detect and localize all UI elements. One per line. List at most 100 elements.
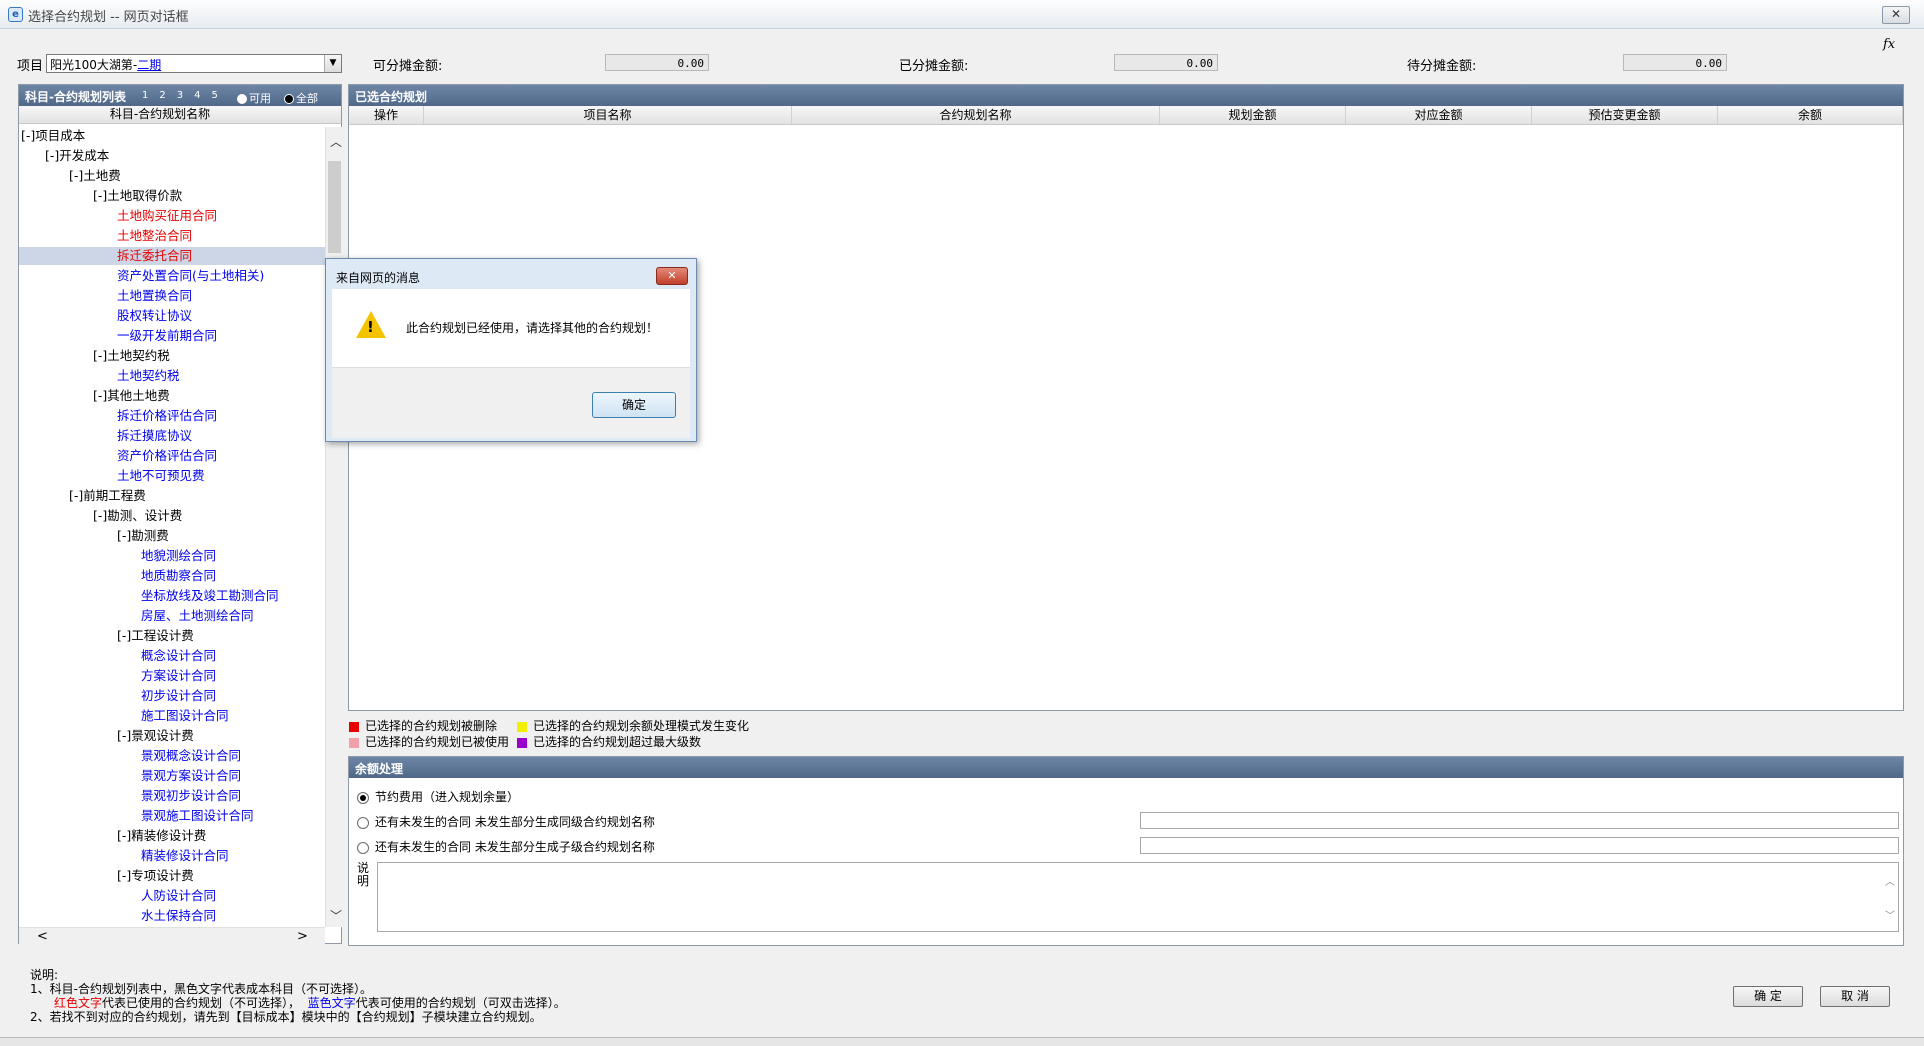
tree-node-plan[interactable]: 一级开发前期合同	[19, 327, 325, 345]
page-4[interactable]: 4	[194, 90, 200, 101]
scroll-down-icon[interactable]: ﹀	[330, 907, 342, 924]
pending-amount-label: 待分摊金额:	[1407, 59, 1477, 74]
tree-node-category[interactable]: [-]土地费	[19, 167, 325, 185]
tree-node-plan[interactable]: 地质勘察合同	[19, 567, 325, 585]
tree-node-plan[interactable]: 地貌测绘合同	[19, 547, 325, 565]
radio-child-level[interactable]	[357, 841, 369, 854]
tree-node-category[interactable]: [-]专项设计费	[19, 867, 325, 885]
tree-node-plan[interactable]: 景观概念设计合同	[19, 747, 325, 765]
tree-node-plan[interactable]: 拆迁委托合同	[19, 247, 325, 265]
tree-node-plan[interactable]: 景观初步设计合同	[19, 787, 325, 805]
tree-node-plan[interactable]: 景观方案设计合同	[19, 767, 325, 785]
tree-node-label: 初步设计合同	[141, 688, 217, 703]
alert-ok-button[interactable]: 确定	[592, 392, 676, 418]
tree-node-category[interactable]: [-]土地取得价款	[19, 187, 325, 205]
project-phase-link[interactable]: 二期	[137, 58, 161, 72]
radio-all-dot[interactable]	[284, 94, 294, 104]
tree-node-category[interactable]: [-]项目成本	[19, 127, 325, 145]
tree-node-plan[interactable]: 股权转让协议	[19, 307, 325, 325]
textarea-scroll-down-icon[interactable]: ﹀	[1885, 907, 1895, 922]
allocated-amount-field: 0.00	[1114, 54, 1218, 71]
chevron-down-icon[interactable]: ▼	[324, 55, 341, 72]
tree-node-label: 拆迁委托合同	[117, 248, 193, 263]
surplus-option-save[interactable]: 节约费用（进入规划余量）	[357, 788, 519, 805]
available-amount-label: 可分摊金额:	[373, 59, 443, 74]
tree-node-plan[interactable]: 土地购买征用合同	[19, 207, 325, 225]
tree-node-category[interactable]: [-]土地契约税	[19, 347, 325, 365]
tree-node-plan[interactable]: 精装修设计合同	[19, 847, 325, 865]
column-project-name[interactable]: 项目名称	[424, 106, 792, 124]
tree-node-label: [-]开发成本	[45, 148, 110, 163]
surplus-option-same-level[interactable]: 还有未发生的合同 未发生部分生成同级合约规划名称	[357, 813, 655, 830]
scroll-right-icon[interactable]: >	[297, 929, 308, 944]
scroll-left-icon[interactable]: <	[37, 929, 48, 944]
tree-node-plan[interactable]: 土地不可预见费	[19, 467, 325, 485]
tree-node-category[interactable]: [-]其他土地费	[19, 387, 325, 405]
column-plan-amount[interactable]: 规划金额	[1160, 106, 1346, 124]
tree-node-plan[interactable]: 方案设计合同	[19, 667, 325, 685]
surplus-option-child-level[interactable]: 还有未发生的合同 未发生部分生成子级合约规划名称	[357, 838, 655, 855]
radio-all[interactable]: 全部	[284, 90, 318, 106]
tree-horizontal-scrollbar[interactable]: < >	[19, 927, 325, 945]
column-operation[interactable]: 操作	[349, 106, 424, 124]
tree-node-label: 土地整治合同	[117, 228, 193, 243]
tree-vertical-scrollbar[interactable]: ︿ ﹀	[325, 127, 343, 927]
tree-node-plan[interactable]: 人防设计合同	[19, 887, 325, 905]
tree-node-plan[interactable]: 资产处置合同(与土地相关)	[19, 267, 325, 285]
window-close-button[interactable]: ✕	[1882, 6, 1910, 24]
tree-node-category[interactable]: [-]前期工程费	[19, 487, 325, 505]
cancel-button[interactable]: 取 消	[1820, 986, 1890, 1007]
scroll-up-icon[interactable]: ︿	[330, 133, 342, 150]
tree-node-plan[interactable]: 坐标放线及竣工勘测合同	[19, 587, 325, 605]
alert-close-button[interactable]: ✕	[656, 267, 688, 285]
column-matched-amount[interactable]: 对应金额	[1346, 106, 1532, 124]
note-textarea[interactable]: ︿ ﹀	[377, 862, 1899, 932]
radio-save[interactable]	[357, 791, 369, 804]
legend-item-deleted: 已选择的合约规划被删除	[349, 717, 497, 734]
tree-node-plan[interactable]: 拆迁摸底协议	[19, 427, 325, 445]
tree-node-plan[interactable]: 水土保持合同	[19, 907, 325, 925]
alert-dialog-title: 来自网页的消息	[336, 271, 421, 285]
tree-node-category[interactable]: [-]精装修设计费	[19, 827, 325, 845]
tree-node-plan[interactable]: 拆迁价格评估合同	[19, 407, 325, 425]
tree-node-label: 精装修设计合同	[141, 848, 229, 863]
scroll-thumb[interactable]	[328, 161, 341, 253]
page-1[interactable]: 1	[142, 90, 148, 101]
tree-node-plan[interactable]: 土地置换合同	[19, 287, 325, 305]
radio-available[interactable]: 可用	[237, 90, 271, 106]
tree-node-plan[interactable]: 土地整治合同	[19, 227, 325, 245]
tree-node-plan[interactable]: 土地契约税	[19, 367, 325, 385]
tree-node-plan[interactable]: 初步设计合同	[19, 687, 325, 705]
ie-icon: e	[8, 7, 23, 22]
tree-node-category[interactable]: [-]景观设计费	[19, 727, 325, 745]
confirm-button[interactable]: 确 定	[1733, 986, 1803, 1007]
available-amount-field: 0.00	[605, 54, 709, 71]
page-5[interactable]: 5	[212, 90, 218, 101]
same-level-name-input[interactable]	[1140, 812, 1899, 829]
radio-available-dot[interactable]	[237, 94, 247, 104]
child-level-name-input[interactable]	[1140, 837, 1899, 854]
tree-node-plan[interactable]: 施工图设计合同	[19, 707, 325, 725]
tree-node-plan[interactable]: 资产价格评估合同	[19, 447, 325, 465]
tree-node-label: [-]勘测费	[117, 528, 169, 543]
tree-node-category[interactable]: [-]工程设计费	[19, 627, 325, 645]
tree-node-plan[interactable]: 概念设计合同	[19, 647, 325, 665]
tree-node-plan[interactable]: 景观施工图设计合同	[19, 807, 325, 825]
list-column-header: 科目-合约规划名称	[19, 106, 341, 124]
column-estimated-change[interactable]: 预估变更金额	[1532, 106, 1718, 124]
tree-node-label: 方案设计合同	[141, 668, 217, 683]
tree-node-plan[interactable]: 房屋、土地测绘合同	[19, 607, 325, 625]
fx-icon[interactable]: fx	[1883, 37, 1895, 52]
column-balance[interactable]: 余额	[1718, 106, 1903, 124]
column-plan-name[interactable]: 合约规划名称	[792, 106, 1160, 124]
tree-node-category[interactable]: [-]勘测费	[19, 527, 325, 545]
tree-node-category[interactable]: [-]开发成本	[19, 147, 325, 165]
page-2[interactable]: 2	[159, 90, 165, 101]
tree-node-label: 资产处置合同(与土地相关)	[117, 268, 265, 283]
radio-same-level[interactable]	[357, 816, 369, 829]
tree-node-category[interactable]: [-]勘测、设计费	[19, 507, 325, 525]
textarea-scroll-up-icon[interactable]: ︿	[1885, 873, 1895, 888]
alert-dialog: 来自网页的消息 ✕ ! 此合约规划已经使用，请选择其他的合约规划！ 确定	[325, 258, 697, 442]
page-3[interactable]: 3	[177, 90, 183, 101]
project-select[interactable]: 阳光100大湖第-二期 ▼	[46, 54, 342, 73]
